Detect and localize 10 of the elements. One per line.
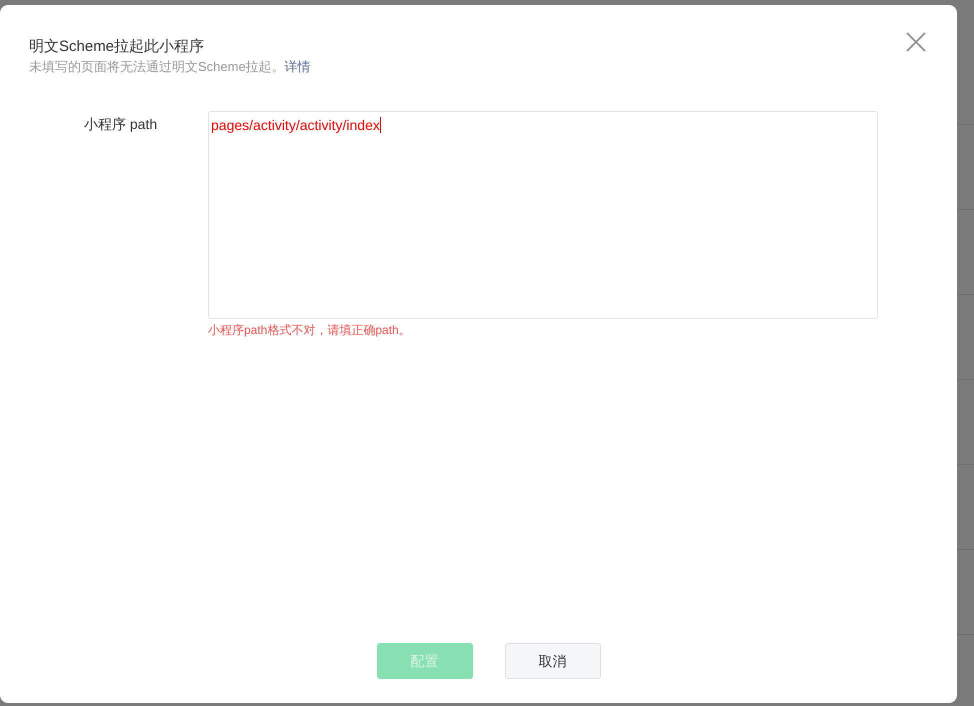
path-value: pages/activity/activity/index <box>211 117 381 133</box>
path-label: 小程序 path <box>84 115 158 134</box>
dialog-subtitle: 未填写的页面将无法通过明文Scheme拉起。 <box>29 58 285 76</box>
close-button[interactable] <box>905 31 927 53</box>
error-message: 小程序path格式不对，请填正确path。 <box>208 322 412 339</box>
details-link[interactable]: 详情 <box>284 58 311 76</box>
cancel-button[interactable]: 取消 <box>504 643 600 679</box>
path-textarea[interactable]: pages/activity/activity/index <box>208 111 878 319</box>
dialog-title: 明文Scheme拉起此小程序 <box>29 37 206 57</box>
close-icon <box>905 31 927 53</box>
